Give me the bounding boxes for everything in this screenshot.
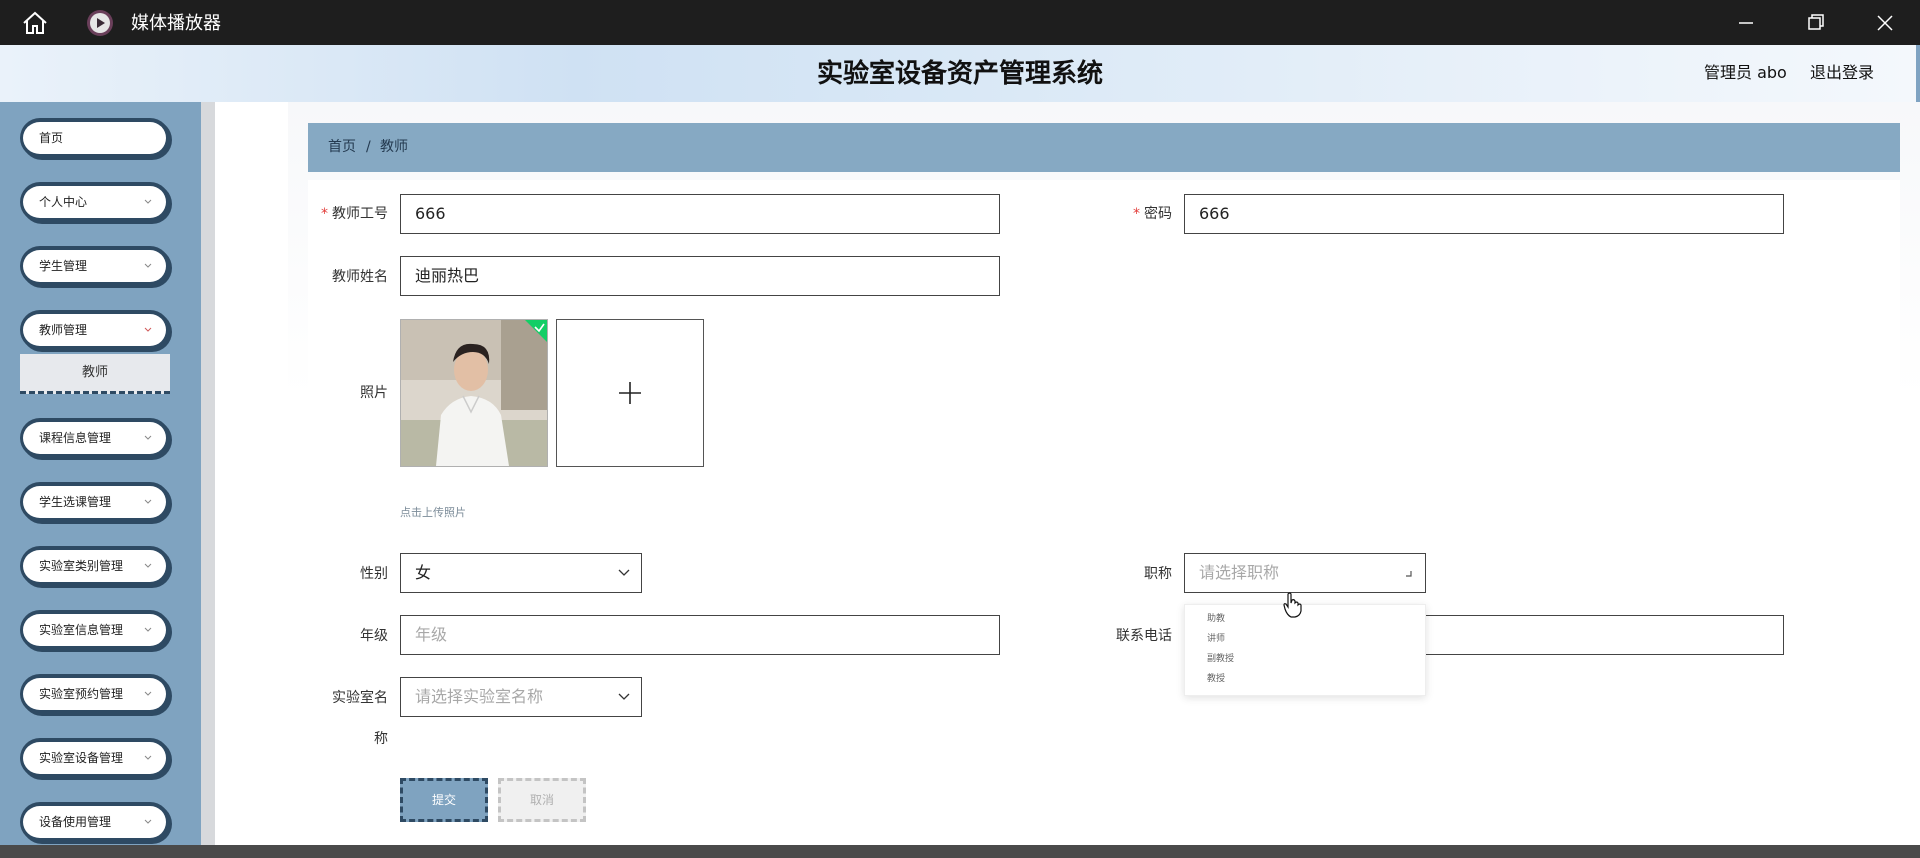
chevron-down-icon — [144, 435, 152, 440]
sidebar-item-course-selection[interactable]: 学生选课管理 — [20, 482, 170, 522]
taskbar-strip — [0, 845, 1920, 858]
teacher-name-label: 教师姓名 — [332, 269, 388, 285]
sidebar-rail — [201, 102, 215, 845]
phone-label: 联系电话 — [1116, 628, 1172, 644]
minimize-icon[interactable] — [1731, 10, 1761, 36]
lab-name-label-wrap: 称 — [374, 731, 388, 747]
plus-icon — [619, 382, 641, 404]
window-titlebar: 媒体播放器 — [0, 0, 1920, 45]
teacher-photo-thumbnail[interactable] — [400, 319, 548, 467]
title-option[interactable]: 副教授 — [1207, 651, 1234, 664]
breadcrumb-separator: / — [366, 139, 371, 155]
logout-link[interactable]: 退出登录 — [1810, 60, 1874, 86]
app-header: 实验室设备资产管理系统 管理员 abo 退出登录 — [0, 45, 1920, 103]
sidebar-item-profile[interactable]: 个人中心 — [20, 182, 170, 222]
chevron-down-icon — [144, 199, 152, 204]
sidebar-item-courses[interactable]: 课程信息管理 — [20, 418, 170, 458]
sidebar-item-label: 实验室信息管理 — [39, 623, 124, 637]
sidebar-item-students[interactable]: 学生管理 — [20, 246, 170, 286]
teacher-id-input[interactable]: 666 — [400, 194, 1000, 234]
lab-name-select[interactable]: 请选择实验室名称 — [400, 677, 642, 717]
photo-label: 照片 — [360, 385, 388, 401]
chevron-down-icon — [144, 499, 152, 504]
sidebar-item-label: 实验室预约管理 — [39, 687, 124, 701]
system-title: 实验室设备资产管理系统 — [816, 59, 1103, 89]
teacher-photo-image — [401, 320, 547, 466]
chevron-down-icon — [144, 819, 152, 824]
header-edge — [1916, 45, 1920, 102]
restore-icon[interactable] — [1800, 10, 1830, 36]
sidebar-item-equipment-usage[interactable]: 设备使用管理 — [20, 802, 170, 842]
title-option[interactable]: 教授 — [1207, 671, 1225, 684]
breadcrumb: 首页 / 教师 — [308, 123, 1900, 172]
chevron-down-icon — [144, 327, 152, 332]
hand-cursor-icon — [1283, 592, 1302, 618]
sidebar-item-label: 教师管理 — [39, 323, 88, 337]
required-mark: * — [1133, 206, 1140, 222]
chevron-down-icon — [618, 569, 630, 576]
grade-input[interactable]: 年级 — [400, 615, 1000, 655]
sidebar-item-lab-equipment[interactable]: 实验室设备管理 — [20, 738, 170, 778]
breadcrumb-home[interactable]: 首页 — [328, 123, 356, 172]
sidebar-item-lab-info[interactable]: 实验室信息管理 — [20, 610, 170, 650]
main-gutter — [215, 102, 288, 845]
teacher-name-input[interactable]: 迪丽热巴 — [400, 256, 1000, 296]
sidebar-subitem-teacher[interactable]: 教师 — [20, 354, 170, 394]
gender-select[interactable]: 女 — [400, 553, 642, 593]
chevron-down-icon — [618, 693, 630, 700]
sidebar-item-label: 课程信息管理 — [39, 431, 112, 445]
chevron-down-icon — [144, 563, 152, 568]
sidebar-item-label: 设备使用管理 — [39, 815, 112, 829]
required-mark: * — [321, 206, 328, 222]
media-player-logo-icon — [87, 10, 113, 36]
cancel-button[interactable]: 取消 — [498, 778, 586, 822]
home-icon[interactable] — [20, 10, 50, 36]
password-input[interactable]: 666 — [1184, 194, 1784, 234]
sidebar-subitem-label: 教师 — [81, 365, 108, 380]
sidebar-item-lab-booking[interactable]: 实验室预约管理 — [20, 674, 170, 714]
title-select[interactable]: 请选择职称 — [1184, 553, 1426, 593]
breadcrumb-current: 教师 — [380, 139, 408, 155]
title-option[interactable]: 讲师 — [1207, 631, 1225, 644]
current-user: 管理员 abo — [1704, 63, 1787, 82]
submit-button[interactable]: 提交 — [400, 778, 488, 822]
lab-name-label: 实验室名 — [332, 690, 388, 706]
sidebar-item-label: 学生管理 — [39, 259, 88, 273]
title-dropdown: 助教 讲师 副教授 教授 — [1184, 604, 1426, 696]
chevron-up-icon — [1406, 571, 1412, 577]
chevron-down-icon — [144, 691, 152, 696]
sidebar-item-home[interactable]: 首页 — [20, 118, 170, 158]
chevron-down-icon — [144, 627, 152, 632]
sidebar-item-label: 个人中心 — [39, 195, 88, 209]
sidebar-item-teachers[interactable]: 教师管理 — [20, 310, 170, 350]
password-label: * 密码 — [1133, 206, 1172, 222]
sidebar-item-label: 实验室设备管理 — [39, 751, 124, 765]
sidebar-item-lab-categories[interactable]: 实验室类别管理 — [20, 546, 170, 586]
sidebar-item-label: 实验室类别管理 — [39, 559, 124, 573]
close-icon[interactable] — [1870, 10, 1900, 36]
teacher-id-label: * 教师工号 — [321, 206, 388, 222]
title-label: 职称 — [1144, 566, 1172, 582]
upload-photo-tip: 点击上传照片 — [400, 506, 466, 519]
sidebar-item-label: 学生选课管理 — [39, 495, 112, 509]
grade-label: 年级 — [360, 628, 388, 644]
window-title: 媒体播放器 — [131, 13, 221, 34]
chevron-down-icon — [144, 263, 152, 268]
upload-photo-button[interactable] — [556, 319, 704, 467]
sidebar-item-label: 首页 — [39, 131, 64, 145]
gender-label: 性别 — [360, 566, 388, 582]
chevron-down-icon — [144, 755, 152, 760]
title-option[interactable]: 助教 — [1207, 611, 1225, 624]
